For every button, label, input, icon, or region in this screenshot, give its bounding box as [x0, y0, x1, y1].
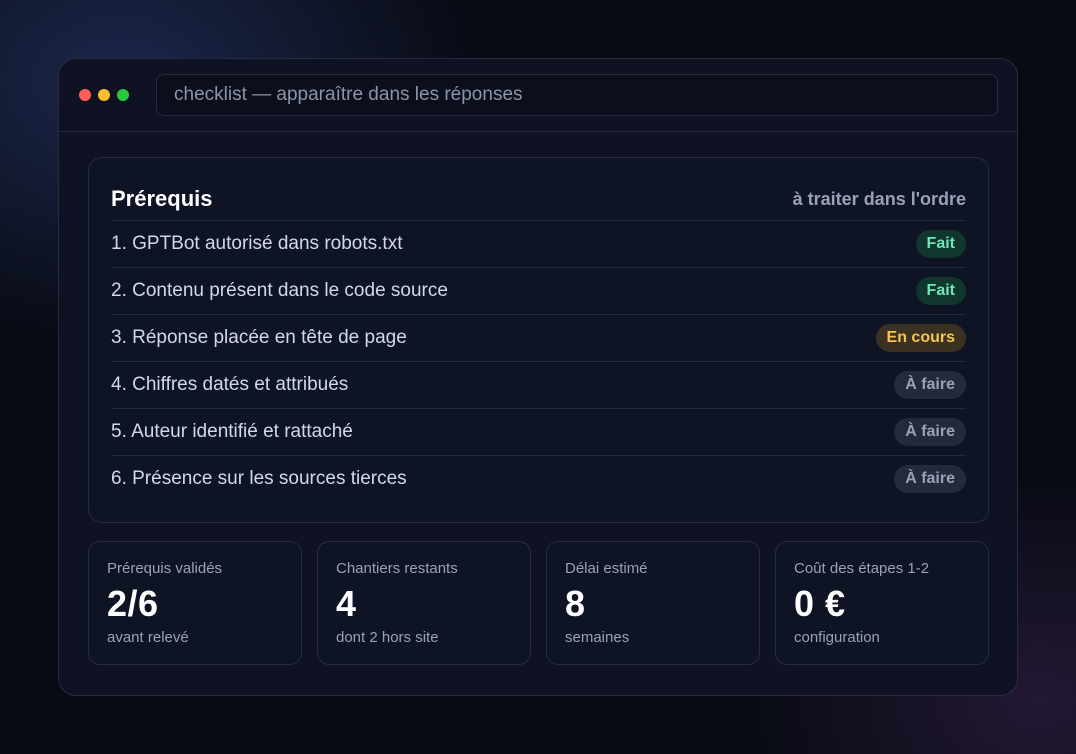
- checklist-item[interactable]: 2. Contenu présent dans le code source F…: [111, 267, 966, 314]
- stat-note: dont 2 hors site: [336, 629, 439, 646]
- status-badge: À faire: [894, 418, 966, 446]
- status-badge: À faire: [894, 465, 966, 493]
- stat-label: Coût des étapes 1-2: [794, 560, 930, 577]
- stat-card-prerequisites: Prérequis validés 2/6 avant relevé: [88, 541, 302, 665]
- stat-label: Chantiers restants: [336, 560, 458, 577]
- checklist-list: 1. GPTBot autorisé dans robots.txt Fait …: [111, 220, 966, 502]
- stat-note: semaines: [565, 629, 630, 646]
- minimize-dot-icon[interactable]: [98, 89, 110, 101]
- checklist-title: Prérequis: [111, 186, 213, 211]
- checklist-card: Prérequis à traiter dans l'ordre 1. GPTB…: [88, 157, 989, 523]
- title-bar: checklist — apparaître dans les réponses: [59, 59, 1017, 132]
- checklist-item-label: 4. Chiffres datés et attribués: [111, 374, 349, 395]
- checklist-item-label: 2. Contenu présent dans le code source: [111, 280, 448, 301]
- stats-row: Prérequis validés 2/6 avant relevé Chant…: [88, 541, 989, 665]
- checklist-header: Prérequis à traiter dans l'ordre: [111, 178, 966, 220]
- stat-card-delay: Délai estimé 8 semaines: [546, 541, 760, 665]
- status-badge: Fait: [915, 230, 966, 258]
- status-badge: À faire: [894, 371, 966, 399]
- status-badge: En cours: [875, 324, 966, 352]
- stat-value: 4: [336, 583, 357, 624]
- stat-note: configuration: [794, 629, 880, 646]
- window-controls: [79, 89, 129, 101]
- stat-label: Prérequis validés: [107, 560, 223, 577]
- stat-value: 8: [565, 583, 586, 624]
- status-badge: Fait: [915, 277, 966, 305]
- address-bar[interactable]: checklist — apparaître dans les réponses: [156, 74, 998, 116]
- checklist-item[interactable]: 4. Chiffres datés et attribués À faire: [111, 361, 966, 408]
- stat-value: 2/6: [107, 583, 159, 624]
- checklist-item[interactable]: 5. Auteur identifié et rattaché À faire: [111, 408, 966, 455]
- stat-note: avant relevé: [107, 629, 189, 646]
- stat-card-remaining: Chantiers restants 4 dont 2 hors site: [317, 541, 531, 665]
- checklist-item[interactable]: 3. Réponse placée en tête de page En cou…: [111, 314, 966, 361]
- checklist-item[interactable]: 6. Présence sur les sources tierces À fa…: [111, 455, 966, 502]
- stat-label: Délai estimé: [565, 560, 648, 577]
- checklist-subtitle: à traiter dans l'ordre: [792, 188, 966, 209]
- checklist-item[interactable]: 1. GPTBot autorisé dans robots.txt Fait: [111, 220, 966, 267]
- app-window: checklist — apparaître dans les réponses…: [58, 58, 1018, 696]
- stat-card-cost: Coût des étapes 1-2 0 € configuration: [775, 541, 989, 665]
- checklist-item-label: 6. Présence sur les sources tierces: [111, 468, 407, 489]
- stat-value: 0 €: [794, 583, 846, 624]
- close-dot-icon[interactable]: [79, 89, 91, 101]
- checklist-item-label: 3. Réponse placée en tête de page: [111, 327, 407, 348]
- maximize-dot-icon[interactable]: [117, 89, 129, 101]
- checklist-item-label: 1. GPTBot autorisé dans robots.txt: [111, 233, 403, 254]
- checklist-item-label: 5. Auteur identifié et rattaché: [111, 421, 353, 442]
